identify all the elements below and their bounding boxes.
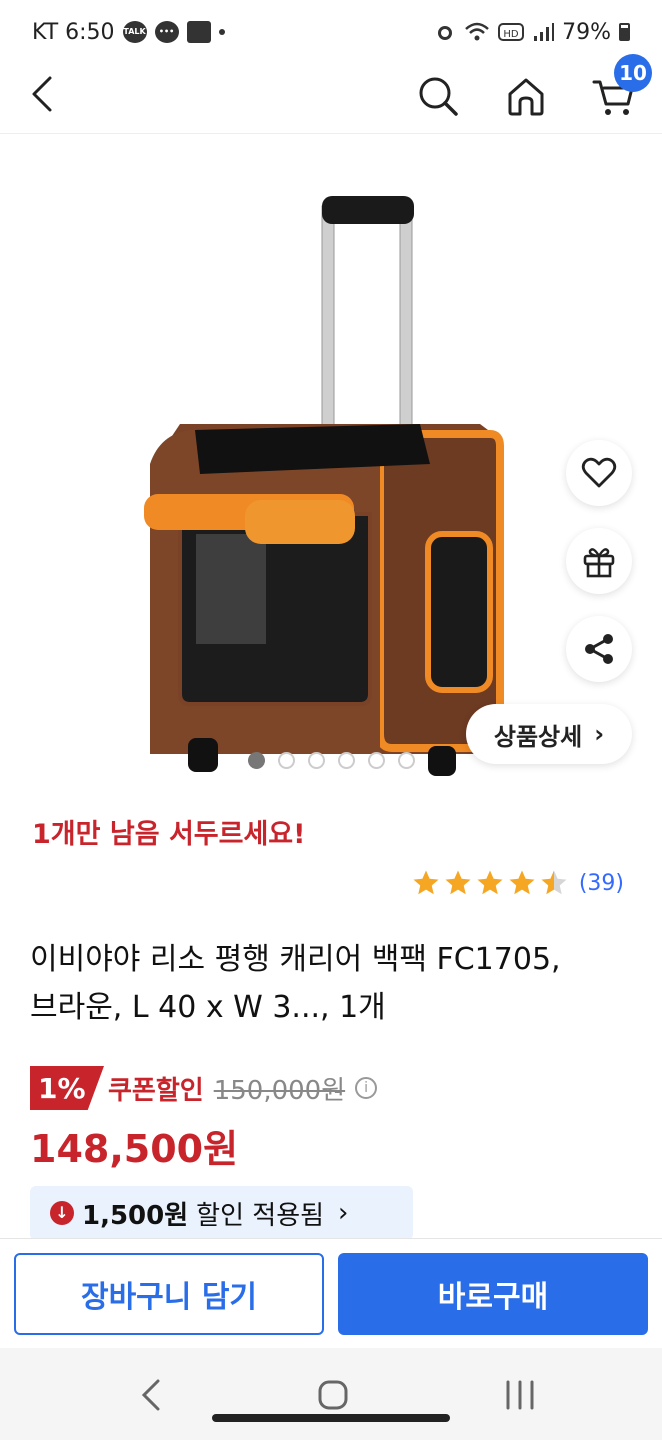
- rating-row[interactable]: (39): [411, 868, 624, 898]
- top-nav: 10: [0, 54, 662, 134]
- status-left: KT 6:50 TALK •••: [32, 20, 225, 45]
- back-icon[interactable]: [22, 72, 66, 116]
- search-icon[interactable]: [414, 72, 462, 120]
- coupon-discount-label: 쿠폰할인: [108, 1075, 204, 1106]
- product-image-gallery[interactable]: 상품상세 ›: [0, 134, 662, 794]
- review-count[interactable]: (39): [579, 871, 624, 896]
- heart-icon: [581, 457, 617, 488]
- product-title: 이비야야 리소 평행 캐리어 백팩 FC1705, 브라운, L 40 x W …: [30, 936, 640, 1032]
- gallery-dot[interactable]: [278, 752, 295, 769]
- star-icon: [509, 870, 535, 895]
- svg-text:HD: HD: [503, 29, 519, 40]
- add-to-cart-button[interactable]: 장바구니 담기: [14, 1253, 324, 1335]
- product-image: [144, 196, 504, 776]
- status-bar: KT 6:50 TALK ••• HD 79%: [0, 0, 662, 64]
- discount-amount: 1,500원: [82, 1200, 189, 1231]
- chevron-right-icon: ›: [594, 720, 605, 748]
- gallery-pagination: [248, 752, 415, 769]
- star-icon: [477, 870, 503, 895]
- home-indicator: [212, 1414, 450, 1422]
- sale-price: 148,500원: [30, 1127, 239, 1171]
- message-icon: •••: [154, 21, 179, 43]
- system-back-icon[interactable]: [138, 1378, 166, 1412]
- status-right: HD 79%: [434, 20, 630, 45]
- discount-applied-text: 할인 적용됨: [196, 1200, 325, 1231]
- product-detail-label: 상품상세: [493, 722, 583, 751]
- system-home-icon[interactable]: [316, 1378, 350, 1412]
- gift-icon: [583, 548, 615, 578]
- chevron-right-icon: ›: [338, 1198, 349, 1228]
- original-price: 150,000원: [213, 1075, 346, 1106]
- battery-icon: [619, 23, 630, 41]
- star-icon: [541, 870, 567, 895]
- product-title-line1: 이비야야 리소 평행 캐리어 백팩 FC1705,: [30, 942, 561, 977]
- stock-warning: 1개만 남음 서두르세요!: [32, 819, 306, 850]
- hd-voice-icon: HD: [498, 23, 525, 41]
- price-row: 1% 쿠폰할인 150,000원 i: [30, 1066, 378, 1110]
- battery-percent: 79%: [562, 19, 611, 45]
- down-arrow-icon: ↓: [50, 1201, 74, 1225]
- system-recents-icon[interactable]: [500, 1378, 540, 1412]
- signal-icon: [534, 23, 555, 41]
- home-icon[interactable]: [502, 72, 550, 120]
- gallery-dot[interactable]: [398, 752, 415, 769]
- carrier-time: KT 6:50: [32, 19, 115, 45]
- kakaotalk-icon: TALK: [122, 21, 147, 43]
- info-icon[interactable]: i: [355, 1077, 378, 1099]
- discount-applied-banner[interactable]: ↓ 1,500원 할인 적용됨 ›: [30, 1186, 413, 1240]
- note-icon: [186, 21, 211, 43]
- gallery-dot[interactable]: [248, 752, 265, 769]
- wifi-icon: [465, 22, 489, 41]
- gift-button[interactable]: [566, 528, 632, 594]
- product-detail-button[interactable]: 상품상세 ›: [466, 704, 632, 764]
- more-notifications-icon: [218, 29, 225, 35]
- gallery-dot[interactable]: [368, 752, 385, 769]
- discount-percent-badge: 1%: [30, 1066, 104, 1110]
- bottom-action-bar: 장바구니 담기 바로구매: [0, 1238, 662, 1348]
- gallery-dot[interactable]: [338, 752, 355, 769]
- cart-count-badge: 10: [614, 54, 652, 92]
- gallery-dot[interactable]: [308, 752, 325, 769]
- buy-now-button[interactable]: 바로구매: [338, 1253, 648, 1335]
- alarm-icon: [438, 26, 453, 40]
- product-title-line2: 브라운, L 40 x W 3..., 1개: [30, 990, 386, 1025]
- star-icon: [445, 870, 471, 895]
- share-icon: [585, 634, 613, 664]
- wishlist-button[interactable]: [566, 440, 632, 506]
- star-icon: [413, 870, 439, 895]
- rating-stars: [411, 868, 569, 898]
- system-navigation-bar: [0, 1348, 662, 1440]
- share-button[interactable]: [566, 616, 632, 682]
